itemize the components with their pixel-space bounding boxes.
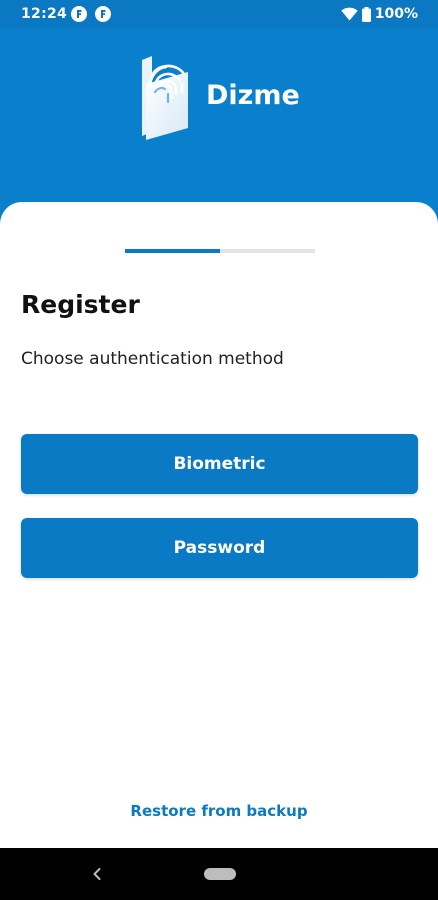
restore-from-backup-link[interactable]: Restore from backup (0, 802, 438, 820)
wifi-icon (341, 7, 358, 21)
brand-name: Dizme (206, 80, 300, 111)
app-notification-icon (71, 6, 87, 22)
page-title: Register (21, 290, 140, 319)
system-nav-bar (0, 848, 438, 900)
biometric-button[interactable]: Biometric (21, 434, 418, 494)
home-pill-icon[interactable] (204, 868, 236, 880)
fingerprint-card-icon (142, 56, 188, 140)
app-header: Dizme (0, 28, 438, 228)
app-notification-icon (95, 6, 111, 22)
registration-sheet: Register Choose authentication method Bi… (0, 202, 438, 848)
password-button[interactable]: Password (21, 518, 418, 578)
step-progress-fill (125, 249, 220, 253)
status-bar: 12:24 100% (0, 0, 438, 28)
battery-icon (361, 6, 371, 22)
battery-percent: 100% (374, 6, 418, 22)
back-icon[interactable] (89, 864, 105, 884)
page-subtitle: Choose authentication method (21, 349, 284, 369)
status-icons: 100% (341, 5, 418, 23)
status-time: 12:24 (21, 6, 68, 22)
step-progress-bar (125, 249, 315, 253)
